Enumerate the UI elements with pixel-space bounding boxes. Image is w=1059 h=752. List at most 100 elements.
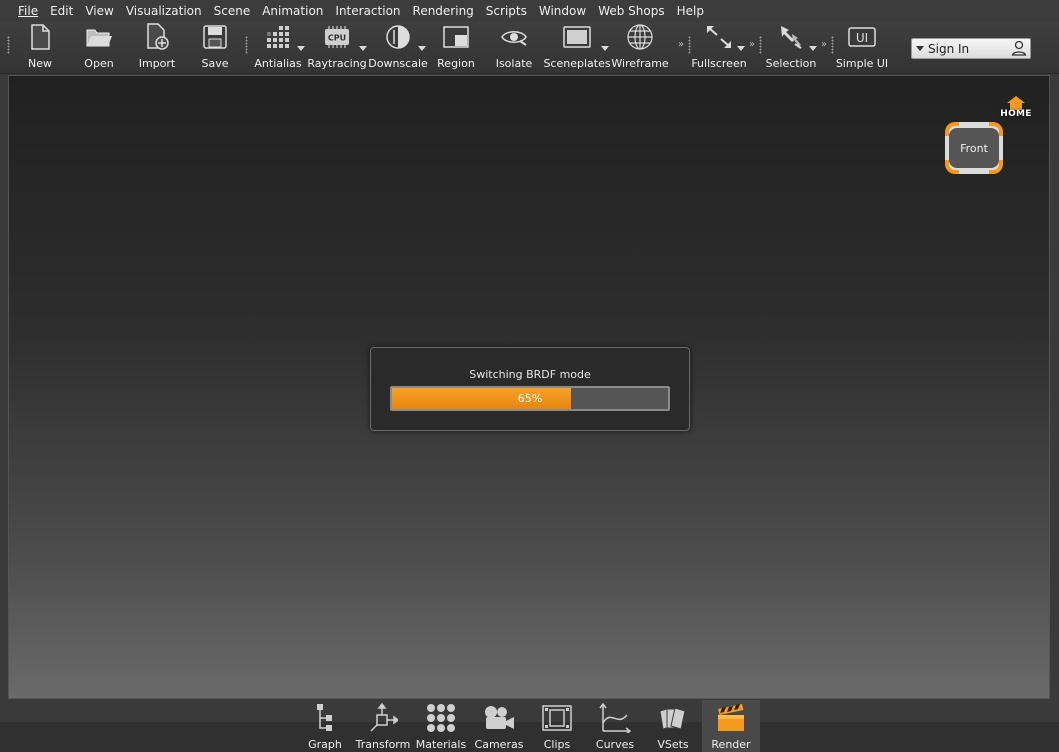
toolbar-overflow-icon[interactable]: » bbox=[678, 39, 684, 50]
menu-animation[interactable]: Animation bbox=[256, 4, 329, 18]
sceneplates-button[interactable]: Sceneplates bbox=[543, 22, 611, 74]
view-cube-face-label: Front bbox=[960, 141, 988, 155]
materials-label: Materials bbox=[415, 738, 467, 751]
materials-spheres-icon bbox=[427, 704, 455, 732]
sign-in-button[interactable]: Sign In bbox=[911, 38, 1031, 59]
home-icon bbox=[1007, 96, 1025, 110]
movie-camera-icon bbox=[485, 706, 514, 729]
menu-interaction[interactable]: Interaction bbox=[329, 4, 406, 18]
floppy-disk-icon bbox=[203, 25, 227, 49]
3d-viewport[interactable]: HOME Front Switching BRDF mode 65% bbox=[8, 75, 1050, 699]
raytracing-dropdown-arrow[interactable] bbox=[359, 46, 367, 51]
scene-graph-icon bbox=[317, 704, 332, 731]
simple-ui-label: Simple UI bbox=[835, 57, 889, 70]
downscale-label: Downscale bbox=[368, 57, 428, 70]
raytracing-label: Raytracing bbox=[307, 57, 367, 70]
toolbar-overflow-icon[interactable]: » bbox=[749, 39, 755, 50]
open-label: Open bbox=[84, 57, 114, 70]
progress-percent: 65% bbox=[517, 392, 543, 405]
home-button[interactable]: HOME bbox=[996, 96, 1036, 120]
toolbar-grip[interactable] bbox=[688, 36, 691, 54]
antialias-dropdown-arrow[interactable] bbox=[297, 46, 305, 51]
selection-dropdown-arrow[interactable] bbox=[809, 46, 817, 51]
bottom-module-bar: Graph Transform Materials Cameras Clips … bbox=[0, 700, 1059, 752]
save-label: Save bbox=[201, 57, 229, 70]
film-clip-icon bbox=[542, 705, 572, 731]
menu-visualization[interactable]: Visualization bbox=[120, 4, 208, 18]
new-label: New bbox=[28, 57, 52, 70]
sign-in-dropdown-icon bbox=[916, 46, 924, 51]
menu-view[interactable]: View bbox=[79, 4, 119, 18]
menu-bar: File Edit View Visualization Scene Anima… bbox=[0, 0, 1059, 22]
clips-label: Clips bbox=[543, 738, 571, 751]
view-cube[interactable]: Front bbox=[943, 120, 1005, 176]
wireframe-button[interactable]: Wireframe bbox=[611, 22, 669, 74]
vsets-label: VSets bbox=[657, 738, 689, 751]
wireframe-globe-icon bbox=[627, 24, 653, 50]
toolbar-overflow-icon[interactable]: » bbox=[821, 39, 827, 50]
cameras-module-button[interactable]: Cameras bbox=[470, 700, 528, 752]
materials-module-button[interactable]: Materials bbox=[412, 700, 470, 752]
antialias-label: Antialias bbox=[254, 57, 302, 70]
transform-label: Transform bbox=[355, 738, 411, 751]
region-icon bbox=[443, 26, 469, 48]
menu-rendering[interactable]: Rendering bbox=[407, 4, 480, 18]
transform-module-button[interactable]: Transform bbox=[354, 700, 412, 752]
cpu-chip-icon: CPU bbox=[325, 26, 349, 48]
curves-label: Curves bbox=[595, 738, 635, 751]
user-icon bbox=[1011, 40, 1027, 56]
main-toolbar: New Open Import Save Antialias CPU Raytr… bbox=[0, 22, 1059, 74]
toolbar-grip[interactable] bbox=[759, 36, 762, 54]
menu-scene[interactable]: Scene bbox=[208, 4, 257, 18]
isolate-label: Isolate bbox=[495, 57, 533, 70]
transform-icon bbox=[370, 703, 398, 732]
render-module-button[interactable]: Render bbox=[702, 700, 760, 752]
progress-title: Switching BRDF mode bbox=[469, 368, 591, 381]
sceneplates-dropdown-arrow[interactable] bbox=[601, 46, 609, 51]
import-label: Import bbox=[138, 57, 176, 70]
fullscreen-arrows-icon bbox=[707, 26, 731, 48]
open-button[interactable]: Open bbox=[80, 22, 118, 74]
downscale-dropdown-arrow[interactable] bbox=[418, 46, 426, 51]
clapperboard-icon bbox=[718, 704, 744, 731]
region-label: Region bbox=[437, 57, 475, 70]
antialias-button[interactable]: Antialias bbox=[254, 22, 302, 74]
new-button[interactable]: New bbox=[22, 22, 58, 74]
toolbar-grip[interactable] bbox=[245, 36, 248, 54]
graph-label: Graph bbox=[308, 738, 342, 751]
raytracing-button[interactable]: CPU Raytracing bbox=[307, 22, 367, 74]
graph-module-button[interactable]: Graph bbox=[296, 700, 354, 752]
folder-icon bbox=[86, 29, 112, 47]
toolbar-grip[interactable] bbox=[831, 36, 834, 54]
clips-module-button[interactable]: Clips bbox=[528, 700, 586, 752]
vsets-module-button[interactable]: VSets bbox=[644, 700, 702, 752]
view-cube-front-face[interactable]: Front bbox=[949, 128, 999, 168]
sign-in-label: Sign In bbox=[928, 41, 970, 56]
toolbar-grip[interactable] bbox=[7, 36, 10, 54]
fullscreen-dropdown-arrow[interactable] bbox=[737, 46, 745, 51]
menu-scripts[interactable]: Scripts bbox=[480, 4, 533, 18]
cameras-label: Cameras bbox=[474, 738, 524, 751]
region-button[interactable]: Region bbox=[436, 22, 476, 74]
menu-file[interactable]: File bbox=[12, 4, 44, 18]
progress-bar: 65% bbox=[390, 386, 670, 411]
menu-help[interactable]: Help bbox=[671, 4, 710, 18]
svg-text:CPU: CPU bbox=[328, 34, 346, 43]
selection-tool-icon bbox=[781, 26, 802, 49]
menu-edit[interactable]: Edit bbox=[44, 4, 79, 18]
home-label: HOME bbox=[1000, 109, 1032, 119]
menu-window[interactable]: Window bbox=[533, 4, 592, 18]
selection-label: Selection bbox=[765, 57, 817, 70]
downscale-icon bbox=[386, 25, 410, 49]
simple-ui-button[interactable]: UI Simple UI bbox=[835, 22, 889, 74]
sceneplate-icon bbox=[563, 26, 591, 48]
import-file-icon bbox=[147, 23, 169, 50]
isolate-button[interactable]: Isolate bbox=[494, 22, 534, 74]
variant-sets-cards-icon bbox=[659, 707, 686, 730]
import-button[interactable]: Import bbox=[137, 22, 177, 74]
curves-module-button[interactable]: Curves bbox=[586, 700, 644, 752]
menu-web-shops[interactable]: Web Shops bbox=[592, 4, 670, 18]
wireframe-label: Wireframe bbox=[611, 57, 669, 70]
svg-text:UI: UI bbox=[856, 31, 868, 45]
save-button[interactable]: Save bbox=[197, 22, 233, 74]
